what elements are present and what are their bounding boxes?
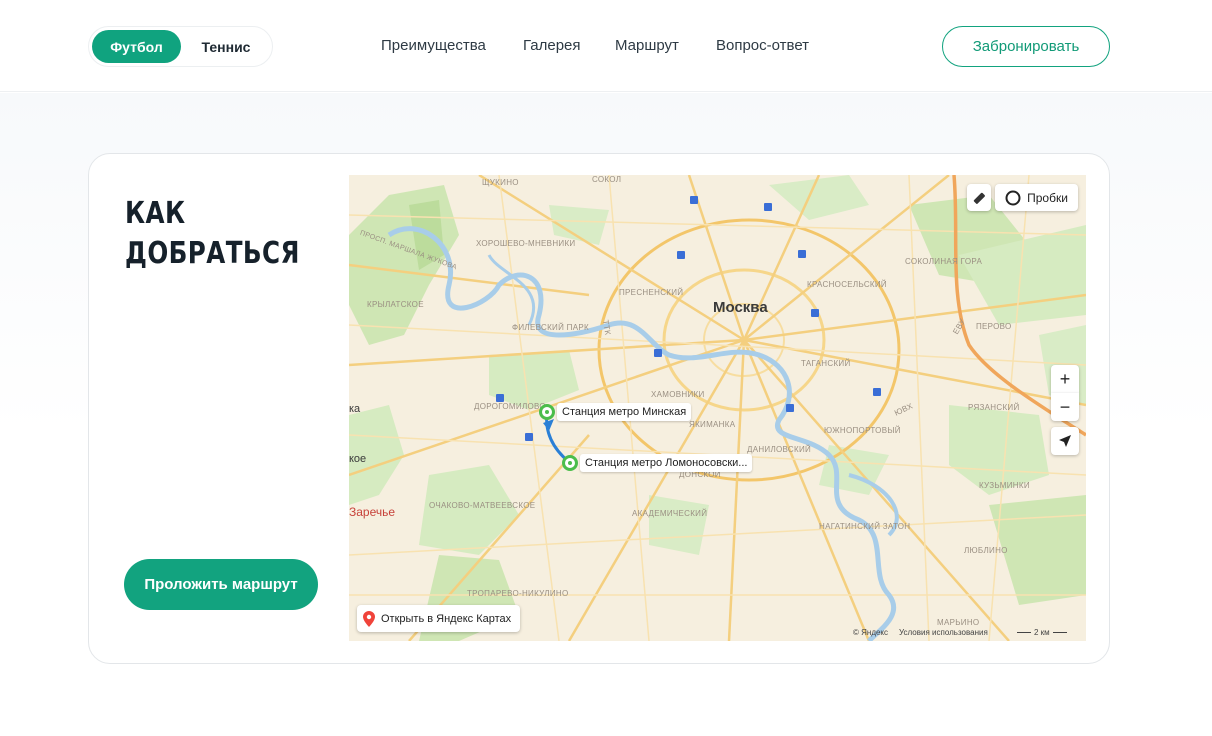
nav-faq[interactable]: Вопрос-ответ	[716, 37, 809, 54]
map-label-akademichesky: Академический	[632, 509, 708, 518]
map-scale-bar-left	[1017, 632, 1031, 633]
section-title: Как добраться	[125, 194, 300, 274]
map-label-krylatskoe: Крылатское	[367, 300, 424, 309]
map-label-presnensky: Пресненский	[619, 288, 684, 297]
open-in-yandex-maps-label: Открыть в Яндекс Картах	[381, 612, 512, 625]
map-label-maryino: Марьино	[937, 618, 980, 627]
map-label-moscow: Москва	[713, 299, 768, 316]
nav-route[interactable]: Маршрут	[615, 37, 679, 54]
map-label-kuzminki: Кузьминки	[979, 481, 1030, 490]
location-pin-icon	[363, 610, 375, 627]
traffic-button[interactable]: Пробки	[995, 184, 1078, 211]
geolocation-button[interactable]	[1051, 427, 1079, 455]
build-route-button[interactable]: Проложить маршрут	[124, 559, 318, 610]
map-label-edge-ka: ка	[349, 403, 361, 415]
section-title-line1: Как	[125, 196, 186, 231]
nav-advantages[interactable]: Преимущества	[381, 37, 486, 54]
map-scale-bar-right	[1052, 632, 1067, 633]
map-label-danilovsky: Даниловский	[747, 445, 812, 454]
nav-gallery[interactable]: Галерея	[523, 37, 581, 54]
map-label-zarechye: Заречье	[349, 505, 396, 519]
metro-lomonosovsky-marker[interactable]	[562, 455, 578, 471]
map-label-troparevo: Тропарево-Никулино	[467, 589, 569, 598]
map-label-sokol: Сокол	[592, 175, 622, 184]
map-label-lyublino: Люблино	[964, 546, 1008, 555]
map-scale: 2 км	[1017, 628, 1067, 637]
map-label-shchukino: Щукино	[482, 178, 519, 187]
map-label-edge-koe: кое	[349, 453, 367, 465]
map-label-khamovniki: Хамовники	[651, 390, 705, 399]
open-in-yandex-maps-button[interactable]: Открыть в Яндекс Картах	[357, 605, 521, 632]
map-label-krasnoselsky: Красносельский	[807, 280, 887, 289]
directions-card: Как добраться Проложить маршрут	[88, 153, 1110, 664]
yandex-map[interactable]: Щукино Сокол Хорошево-Мневники Крылатско…	[349, 175, 1086, 641]
map-scale-label: 2 км	[1034, 628, 1050, 637]
map-copyright[interactable]: © Яндекс	[853, 628, 888, 637]
metro-minskaya-label[interactable]: Станция метро Минская	[557, 403, 692, 421]
map-label-khoroshevo: Хорошево-Мневники	[476, 239, 576, 248]
book-button[interactable]: Забронировать	[942, 26, 1110, 67]
metro-lomonosovsky-label[interactable]: Станция метро Ломоносовски...	[580, 454, 753, 472]
map-label-ochakovo: Очаково-Матвеевское	[429, 501, 536, 510]
zoom-out-button[interactable]: −	[1051, 393, 1079, 421]
tab-tennis[interactable]: Теннис	[187, 30, 265, 63]
sport-toggle: Футбол Теннис	[88, 26, 273, 67]
navigation-arrow-icon	[1059, 435, 1071, 447]
map-label-zatonie: Нагатинский затон	[819, 522, 911, 531]
ruler-button[interactable]	[967, 184, 991, 211]
map-label-sokolnicheskaya: Соколиная гора	[905, 257, 983, 266]
tab-football[interactable]: Футбол	[92, 30, 181, 63]
map-label-yuzhnoportovy: Южнопортовый	[824, 426, 901, 435]
traffic-label: Пробки	[1027, 190, 1068, 205]
zoom-in-button[interactable]: +	[1051, 365, 1079, 393]
section-title-line2: добраться	[125, 236, 300, 271]
site-header: Футбол Теннис Преимущества Галерея Маршр…	[0, 0, 1212, 92]
map-label-dorogomilovo: Дорогомилово	[474, 402, 546, 411]
traffic-icon	[1005, 190, 1021, 205]
map-label-taganskiy: Таганский	[801, 359, 851, 368]
map-label-perovo: Перово	[976, 322, 1012, 331]
map-terms-link[interactable]: Условия использования	[899, 628, 988, 637]
ruler-icon	[973, 192, 985, 204]
map-label-fili: Филевский парк	[512, 323, 589, 332]
map-label-yakimanka: Якиманка	[689, 420, 736, 429]
metro-minskaya-marker[interactable]	[539, 404, 555, 420]
map-label-ryazansky: Рязанский	[968, 403, 1020, 412]
